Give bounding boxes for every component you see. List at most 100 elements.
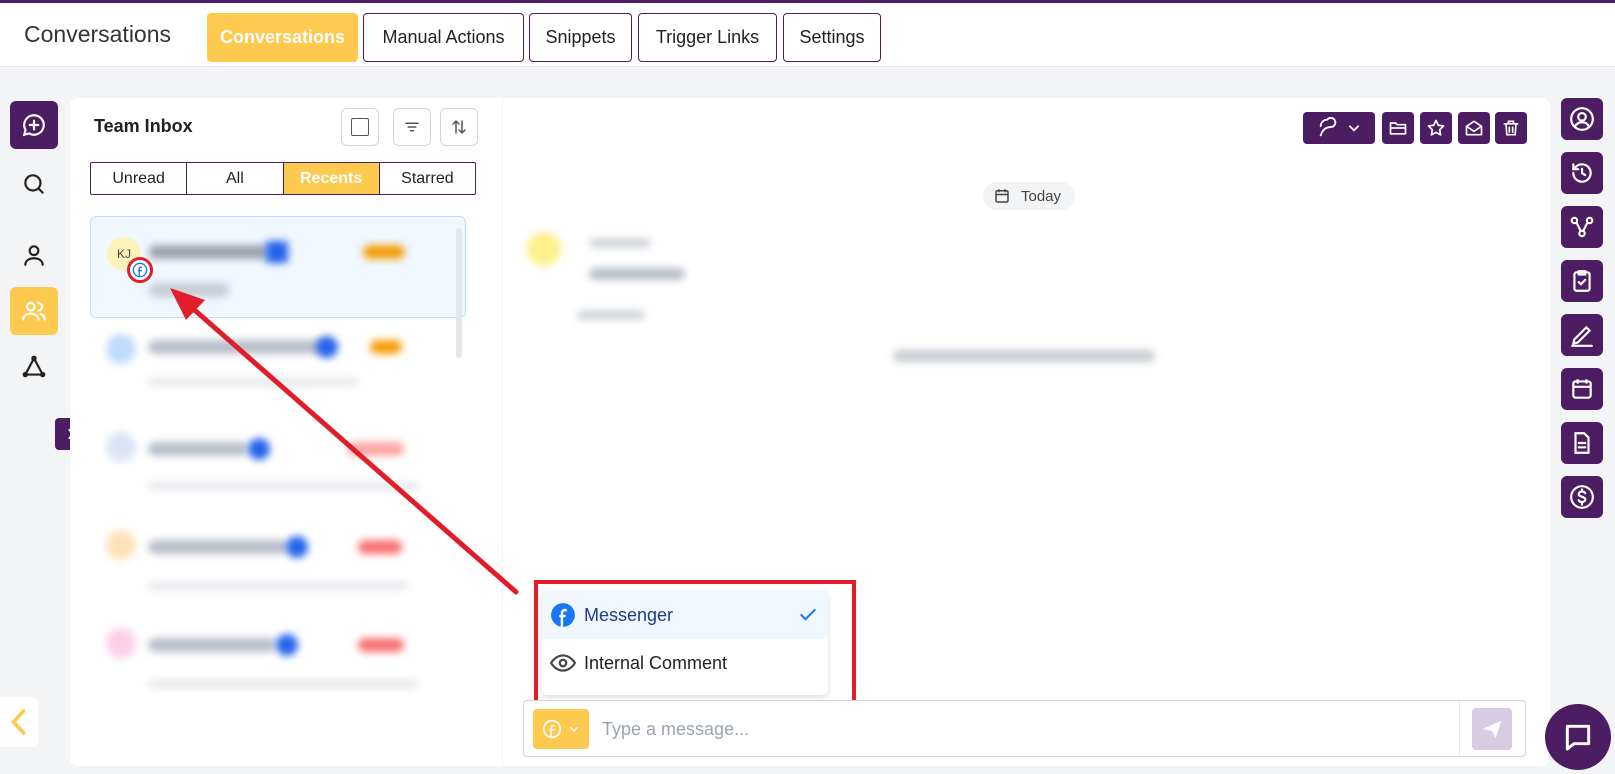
pen-icon	[1571, 325, 1593, 347]
delete-conversation-button[interactable]	[1495, 112, 1527, 144]
blurred-contact-name	[149, 245, 269, 259]
payments-button[interactable]	[1561, 476, 1603, 518]
blurred-preview	[149, 283, 229, 297]
facebook-icon	[542, 719, 562, 739]
conversation-list-scrollbar[interactable]	[456, 228, 462, 358]
filter-all[interactable]: All	[187, 163, 284, 194]
blurred-tag	[266, 241, 288, 263]
blurred-tag	[286, 536, 308, 558]
workflow-nav-button[interactable]	[10, 343, 58, 391]
blurred-contact-name	[148, 638, 276, 652]
filter-recents[interactable]: Recents	[283, 163, 380, 194]
appointments-button[interactable]	[1561, 368, 1603, 410]
blurred-message-avatar	[527, 232, 561, 266]
blurred-message-time	[577, 310, 645, 320]
app-title: Conversations	[24, 21, 172, 47]
send-icon	[1482, 720, 1502, 739]
trash-icon	[1503, 120, 1519, 136]
blurred-badge	[348, 442, 404, 456]
chat-bubble-icon	[1565, 724, 1591, 751]
star-icon	[1427, 119, 1445, 136]
mark-unread-button[interactable]	[1458, 112, 1490, 144]
conversation-item[interactable]	[90, 620, 466, 722]
envelope-open-icon	[1465, 120, 1483, 136]
composer-divider	[1459, 701, 1460, 756]
checkbox-square-icon	[351, 118, 369, 136]
blurred-tag	[316, 336, 338, 358]
support-chat-button[interactable]	[1545, 704, 1611, 770]
new-conversation-button[interactable]	[10, 101, 58, 149]
tab-snippets[interactable]: Snippets	[529, 13, 632, 62]
collapse-sidebar-button[interactable]	[0, 697, 38, 747]
blurred-avatar	[106, 530, 136, 560]
message-composer	[523, 700, 1526, 757]
blurred-tag	[248, 438, 270, 460]
chat-plus-icon	[22, 114, 45, 137]
tab-settings[interactable]: Settings	[783, 13, 881, 62]
blurred-sender	[589, 238, 651, 248]
clipboard-check-icon	[1573, 270, 1591, 292]
search-icon	[24, 174, 44, 194]
channel-selector-button[interactable]	[533, 709, 589, 749]
message-input[interactable]	[602, 709, 1432, 749]
chevron-down-icon	[1349, 125, 1359, 132]
branch-icon	[1570, 216, 1594, 238]
conversation-list: KJ	[90, 216, 468, 736]
blurred-badge	[358, 540, 402, 554]
date-divider-label: Today	[1021, 187, 1062, 205]
blurred-preview	[148, 582, 408, 590]
filter-button[interactable]	[393, 108, 431, 146]
conversation-item[interactable]	[90, 328, 466, 430]
chevron-down-icon	[569, 726, 579, 733]
blurred-avatar	[106, 628, 136, 658]
chat-assign-icon	[1319, 117, 1337, 137]
blurred-preview	[148, 482, 418, 490]
conversation-item[interactable]	[90, 424, 466, 526]
star-conversation-button[interactable]	[1420, 112, 1452, 144]
contact-profile-button[interactable]	[1561, 98, 1603, 140]
send-button[interactable]	[1472, 708, 1512, 750]
conversation-item-selected[interactable]: KJ	[90, 216, 466, 318]
conversation-item[interactable]	[90, 522, 466, 624]
inbox-title: Team Inbox	[94, 116, 193, 136]
blurred-activity-note	[893, 350, 1155, 362]
documents-button[interactable]	[1561, 422, 1603, 464]
folder-icon	[1389, 122, 1407, 135]
blurred-tag	[276, 634, 298, 656]
blurred-badge	[358, 638, 404, 652]
blurred-avatar	[106, 432, 136, 462]
facebook-icon	[132, 262, 148, 278]
activity-history-button[interactable]	[1561, 152, 1603, 194]
tab-conversations[interactable]: Conversations	[207, 13, 358, 62]
top-header: Conversations Conversations Manual Actio…	[0, 3, 1615, 67]
highlight-box	[534, 580, 856, 705]
tab-manual-actions[interactable]: Manual Actions	[363, 13, 524, 62]
sort-arrows-icon	[452, 119, 466, 135]
blurred-contact-name	[148, 540, 288, 554]
inbox-filter-tabs: Unread All Recents Starred	[90, 162, 476, 195]
blurred-avatar	[106, 334, 136, 364]
notes-button[interactable]	[1561, 314, 1603, 356]
search-nav-button[interactable]	[10, 160, 58, 208]
blurred-preview	[148, 680, 418, 688]
tasks-button[interactable]	[1561, 260, 1603, 302]
tab-trigger-links[interactable]: Trigger Links	[638, 13, 777, 62]
document-icon	[1574, 432, 1590, 454]
blurred-badge	[370, 340, 402, 354]
calendar-icon	[1572, 379, 1592, 399]
contact-nav-button[interactable]	[10, 231, 58, 279]
select-all-checkbox[interactable]	[341, 108, 379, 146]
date-divider: Today	[983, 182, 1075, 210]
filter-unread[interactable]: Unread	[91, 163, 188, 194]
blurred-badge	[363, 245, 405, 259]
assign-dropdown-button[interactable]	[1303, 112, 1375, 144]
sort-button[interactable]	[440, 108, 478, 146]
filter-starred[interactable]: Starred	[380, 163, 475, 194]
workflow-button[interactable]	[1561, 206, 1603, 248]
blurred-contact-name	[148, 442, 248, 456]
team-inbox-panel: Team Inbox Unread All Recents Starred KJ	[70, 98, 502, 766]
move-to-folder-button[interactable]	[1382, 112, 1414, 144]
blurred-message	[589, 268, 685, 280]
blurred-preview	[148, 378, 358, 386]
team-inbox-nav-button[interactable]	[10, 287, 58, 335]
